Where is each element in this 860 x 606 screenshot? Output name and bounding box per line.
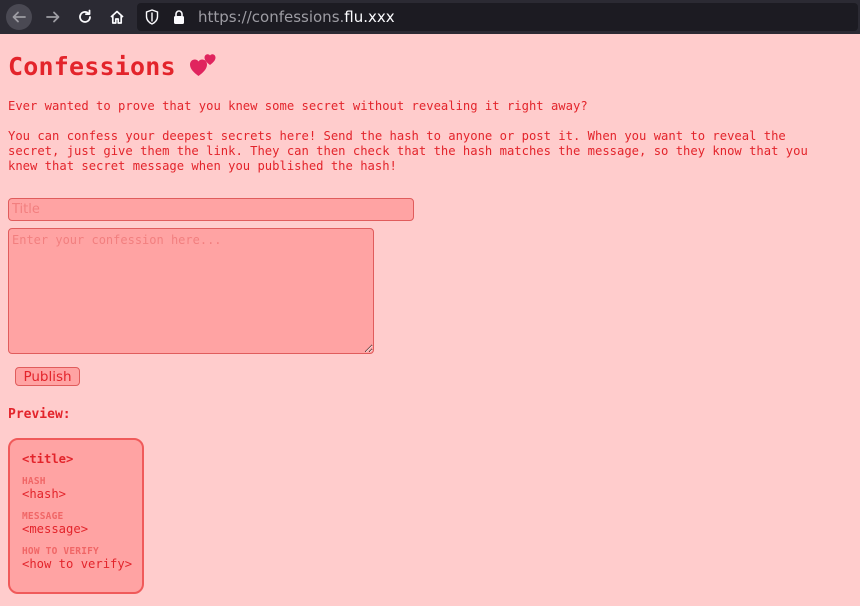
forward-button[interactable] [40,4,66,30]
two-hearts-icon [189,53,216,76]
preview-title: <title> [22,452,74,466]
preview-hash-value: <hash> [22,487,67,501]
home-icon [110,10,124,24]
home-button[interactable] [104,4,130,30]
title-input[interactable] [8,198,414,221]
browser-toolbar: https://confessions.flu.xxx [0,0,860,34]
reload-icon [79,9,91,23]
intro-text: Ever wanted to prove that you knew some … [8,99,588,113]
publish-button[interactable]: Publish [15,367,80,386]
url-bar[interactable]: https://confessions.flu.xxx [137,3,858,31]
back-button[interactable] [6,4,32,30]
preview-message-value: <message> [22,522,89,536]
url-text[interactable]: https://confessions.flu.xxx [198,8,395,26]
preview-verify-value: <how to verify> [22,557,133,571]
reload-button[interactable] [72,4,98,30]
title-row: Confessions [8,52,218,81]
preview-message-label: MESSAGE [22,511,64,522]
lock-icon[interactable] [173,9,185,25]
url-domain: flu.xxx [344,8,395,26]
confession-textarea[interactable] [8,228,374,354]
preview-heading: Preview: [8,407,71,422]
description-text: You can confess your deepest secrets her… [8,129,808,173]
preview-verify-label: HOW TO VERIFY [22,546,99,557]
back-arrow-icon [12,11,26,23]
page-title: Confessions [8,52,176,81]
forward-arrow-icon [46,11,60,23]
preview-card: <title> HASH <hash> MESSAGE <message> HO… [8,438,144,594]
url-prefix: https://confessions. [198,8,345,26]
shield-icon[interactable] [145,9,159,25]
preview-hash-label: HASH [22,476,46,487]
